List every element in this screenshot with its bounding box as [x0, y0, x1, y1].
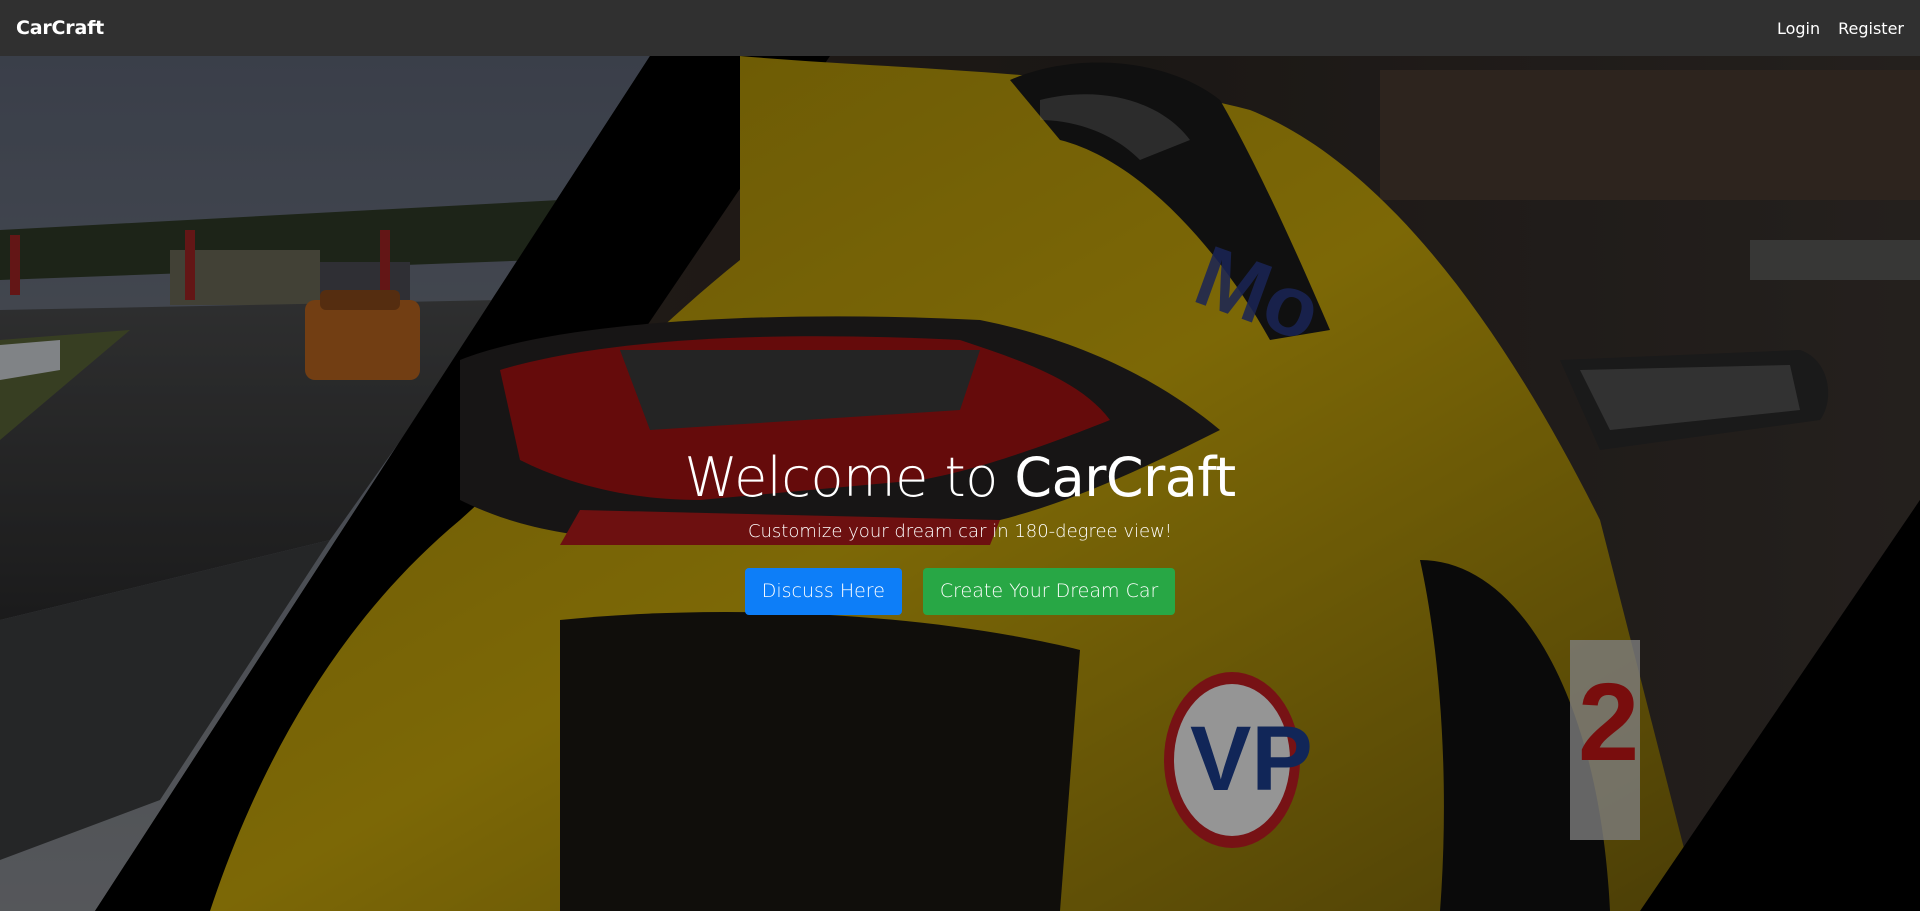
brand-logo-link[interactable]: CarCraft: [16, 17, 104, 39]
hero-title-brand: CarCraft: [1014, 446, 1236, 509]
create-dream-car-button[interactable]: Create Your Dream Car: [922, 568, 1176, 616]
hero-section: Welcome to CarCraft Customize your dream…: [0, 448, 1920, 616]
landing-page: VP 2 Mo CarCraft Login Register Welcome …: [0, 0, 1920, 911]
hero-buttons: Discuss Here Create Your Dream Car: [0, 568, 1920, 616]
hero-title: Welcome to CarCraft: [0, 448, 1920, 507]
login-link[interactable]: Login: [1777, 19, 1820, 38]
register-link[interactable]: Register: [1838, 19, 1904, 38]
discuss-here-button[interactable]: Discuss Here: [744, 568, 902, 616]
nav-links: Login Register: [1777, 19, 1904, 38]
hero-subtitle: Customize your dream car in 180-degree v…: [747, 521, 1173, 543]
hero-title-prefix: Welcome to: [684, 446, 1015, 509]
top-navbar: CarCraft Login Register: [0, 0, 1920, 56]
